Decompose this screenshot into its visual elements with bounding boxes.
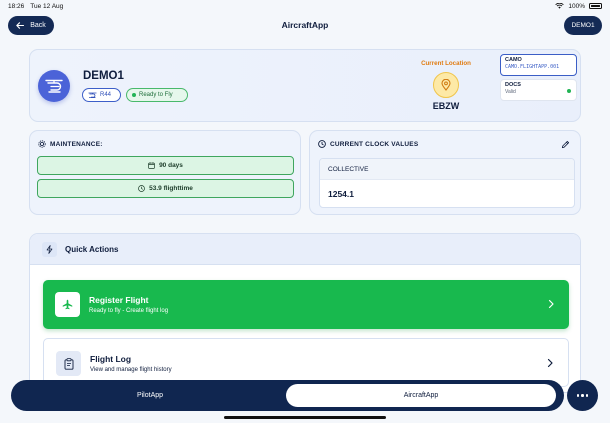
location-code: EBZW — [432, 101, 460, 111]
maintenance-card: MAINTENANCE: 90 days 53.9 flighttime — [29, 130, 301, 215]
more-button[interactable] — [567, 380, 598, 411]
location-label: Current Location — [421, 60, 471, 67]
model-label: R44 — [100, 92, 112, 98]
more-dot-icon — [581, 394, 584, 397]
camo-title: CAMO — [505, 57, 522, 63]
account-button[interactable]: DEMO1 — [564, 16, 602, 35]
maintenance-heading: MAINTENANCE: — [50, 140, 103, 148]
register-flight-button[interactable]: Register Flight Ready to fly - Create fl… — [43, 280, 569, 329]
helicopter-small-icon — [88, 92, 97, 98]
pencil-icon[interactable] — [561, 140, 570, 149]
clock-icon — [138, 185, 145, 192]
battery-icon — [589, 3, 602, 9]
register-flight-title: Register Flight — [89, 295, 149, 305]
chevron-right-icon — [547, 358, 553, 368]
clock-header: CURRENT CLOCK VALUES — [318, 140, 418, 148]
docs-status-dot — [567, 89, 571, 93]
maintenance-days-label: 90 days — [159, 162, 183, 169]
more-dot-icon — [576, 394, 580, 397]
status-dot — [132, 93, 136, 97]
maintenance-item-flighttime: 53.9 flighttime — [37, 179, 294, 198]
quick-actions-header: Quick Actions — [30, 234, 580, 265]
home-indicator — [224, 416, 386, 419]
clock-heading: CURRENT CLOCK VALUES — [330, 140, 419, 148]
airplane-icon — [55, 292, 80, 317]
battery-percent: 100% — [568, 2, 585, 10]
chevron-right-icon — [548, 299, 554, 309]
lightning-icon — [42, 241, 57, 257]
tab-pilotapp[interactable]: PilotApp — [15, 384, 285, 407]
docs-box[interactable]: DOCS Valid — [500, 79, 577, 101]
register-flight-subtitle: Ready to fly - Create flight log — [89, 308, 169, 314]
camo-value: CAMO.FLIGHTAPP.001 — [505, 64, 560, 70]
flight-log-subtitle: View and manage flight history — [90, 367, 172, 373]
status-time: 18:26 — [8, 2, 25, 10]
maintenance-flighttime-label: 53.9 flighttime — [149, 185, 193, 192]
location-pin-icon — [433, 72, 459, 98]
clock-table: COLLECTIVE 1254.1 — [319, 158, 575, 208]
quick-actions-heading: Quick Actions — [65, 244, 119, 254]
nav-bar: Back AircraftApp DEMO1 — [0, 15, 610, 36]
clock-icon — [318, 140, 326, 148]
clock-value: 1254.1 — [328, 189, 354, 199]
docs-value: Valid — [505, 89, 516, 95]
model-chip: R44 — [82, 88, 121, 102]
aircraft-name: DEMO1 — [83, 70, 124, 82]
gear-icon — [38, 140, 46, 148]
aircraft-card: DEMO1 R44 Ready to Fly Current Location … — [29, 49, 581, 122]
docs-title: DOCS — [505, 82, 521, 88]
wifi-icon — [555, 3, 565, 9]
status-label: Ready to Fly — [139, 92, 173, 98]
tab-aircraftapp[interactable]: AircraftApp — [286, 384, 556, 407]
status-date: Tue 12 Aug — [30, 2, 64, 10]
quick-actions-card: Quick Actions Register Flight Ready to f… — [29, 233, 581, 393]
clipboard-icon — [56, 351, 81, 376]
app-switcher-bar: PilotApp AircraftApp — [11, 380, 564, 411]
flight-log-title: Flight Log — [90, 354, 132, 364]
helicopter-icon — [45, 79, 63, 93]
camo-box[interactable]: CAMO CAMO.FLIGHTAPP.001 — [500, 54, 577, 76]
calendar-icon — [148, 162, 155, 169]
helicopter-avatar — [38, 70, 70, 102]
maintenance-header: MAINTENANCE: — [38, 140, 103, 148]
status-badge: Ready to Fly — [126, 88, 188, 102]
page-title: AircraftApp — [281, 20, 329, 30]
status-bar: 18:26 Tue 12 Aug 100% — [0, 0, 610, 12]
more-dot-icon — [585, 394, 589, 397]
clock-values-card: CURRENT CLOCK VALUES COLLECTIVE 1254.1 — [309, 130, 581, 215]
clock-column-header: COLLECTIVE — [320, 159, 574, 180]
maintenance-item-days: 90 days — [37, 156, 294, 175]
